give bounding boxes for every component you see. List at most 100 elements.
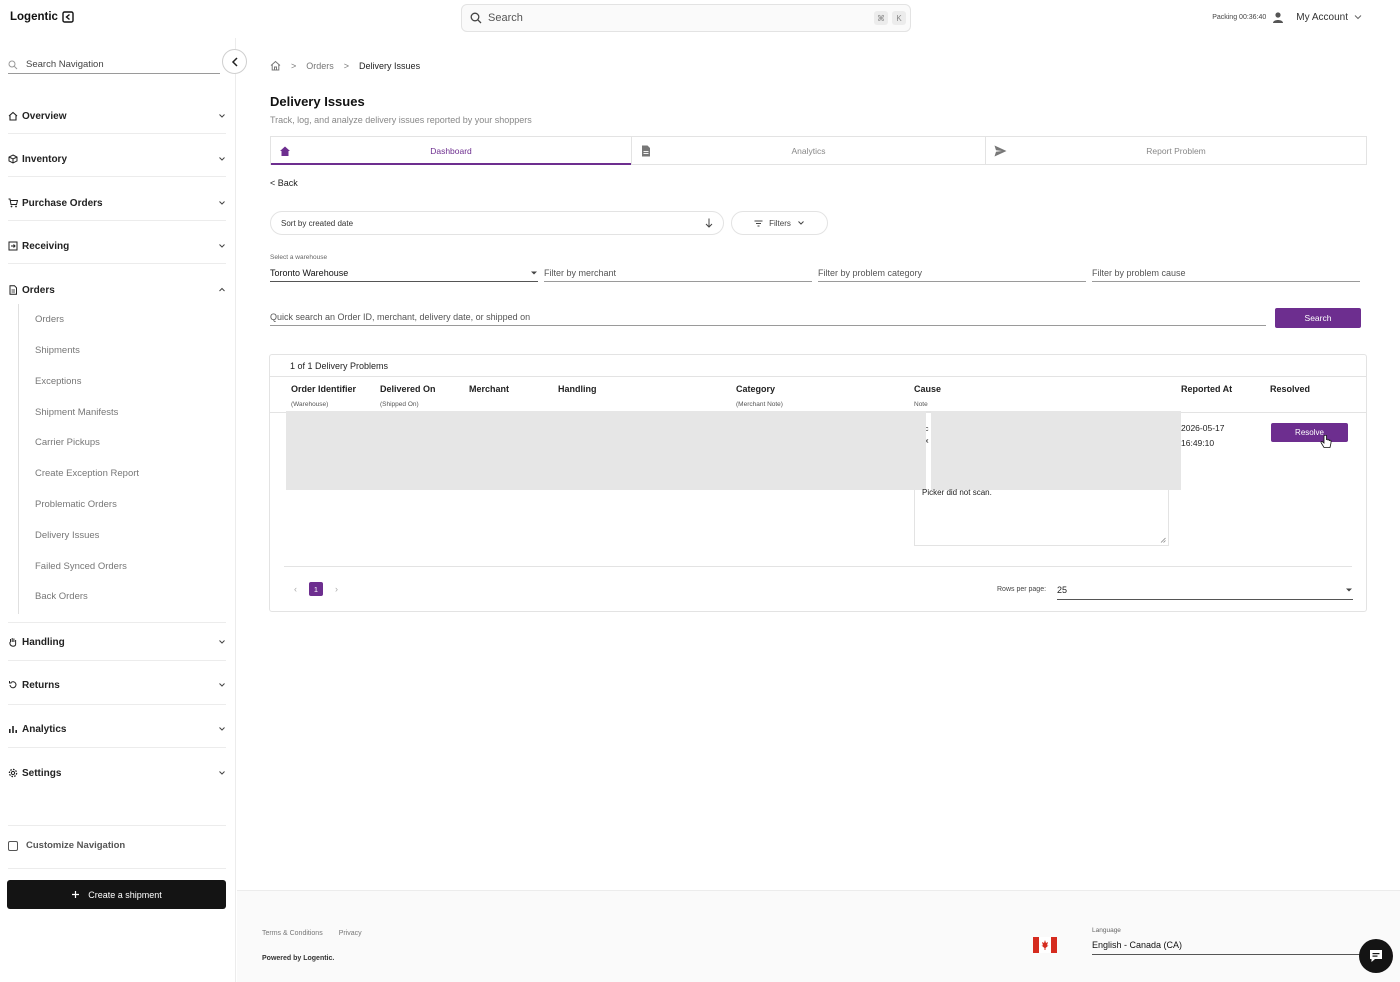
packing-status[interactable]: Packing 00:36:40	[1212, 14, 1266, 21]
subnav-shipment-manifests[interactable]: Shipment Manifests	[35, 407, 118, 418]
packing-timer: 00:36:40	[1239, 13, 1267, 21]
rows-per-page-select[interactable]: 25	[1057, 580, 1353, 600]
search-button[interactable]: Search	[1275, 308, 1361, 328]
reported-time: 16:49:10	[1181, 438, 1215, 448]
subnav-create-exception-report[interactable]: Create Exception Report	[35, 468, 139, 479]
nav-orders-label: Orders	[22, 284, 55, 296]
col-category: Category	[736, 384, 776, 394]
caret-down-icon	[1345, 587, 1353, 593]
arrow-down-icon[interactable]	[705, 218, 713, 228]
language-label: Language	[1092, 927, 1121, 934]
col-cause-sub: Note	[914, 401, 928, 408]
hand-icon	[8, 637, 18, 647]
nav-divider	[8, 176, 226, 177]
tab-report-problem[interactable]: Report Problem	[986, 137, 1366, 164]
chevron-down-icon	[218, 199, 226, 207]
collapse-sidebar-button[interactable]	[222, 49, 247, 74]
subnav-exceptions[interactable]: Exceptions	[35, 376, 81, 387]
nav-divider	[8, 220, 226, 221]
customize-checkbox[interactable]	[8, 840, 18, 851]
tab-analytics-label: Analytics	[791, 145, 826, 156]
search-icon	[8, 60, 18, 70]
col-handling: Handling	[558, 384, 597, 394]
subnav-carrier-pickups[interactable]: Carrier Pickups	[35, 437, 100, 448]
chevron-down-icon	[218, 112, 226, 120]
warehouse-select[interactable]: Toronto Warehouse	[270, 264, 538, 282]
sort-select[interactable]: Sort by created date	[270, 211, 724, 235]
page-number-button[interactable]: 1	[309, 582, 323, 596]
chat-support-button[interactable]	[1359, 939, 1393, 973]
brand-logo[interactable]: Logentic	[10, 11, 74, 23]
quick-search-input[interactable]: Quick search an Order ID, merchant, deli…	[270, 309, 1266, 326]
nav-analytics[interactable]: Analytics	[8, 719, 226, 739]
sort-label: Sort by created date	[281, 218, 354, 228]
terms-link[interactable]: Terms & Conditions	[262, 930, 323, 937]
back-link[interactable]: < Back	[270, 178, 298, 188]
nav-search-input[interactable]: Search Navigation	[8, 56, 220, 74]
pagination: ‹ 1 ›	[294, 582, 338, 596]
merchant-filter-input[interactable]: Filter by merchant	[544, 264, 812, 282]
create-shipment-button[interactable]: Create a shipment	[7, 880, 226, 909]
cause-filter-input[interactable]: Filter by problem cause	[1092, 264, 1360, 282]
resolve-button[interactable]: Resolve	[1271, 423, 1348, 442]
global-search-input[interactable]: Search ⌘ K	[461, 4, 911, 32]
results-count: 1 of 1 Delivery Problems	[290, 361, 389, 371]
subnav-orders[interactable]: Orders	[35, 314, 64, 325]
nav-inventory[interactable]: Inventory	[8, 149, 226, 169]
canada-flag-icon	[1033, 937, 1057, 953]
cause-note-text: Picker did not scan.	[922, 488, 992, 497]
filters-label: Filters	[769, 218, 791, 228]
warehouse-select-label: Select a warehouse	[270, 254, 328, 261]
nav-handling[interactable]: Handling	[8, 632, 226, 652]
breadcrumb-current: Delivery Issues	[359, 60, 421, 71]
breadcrumb: > Orders > Delivery Issues	[270, 60, 420, 71]
subnav-shipments[interactable]: Shipments	[35, 345, 80, 356]
filters-button[interactable]: Filters	[731, 211, 828, 235]
my-account-menu[interactable]: My Account	[1296, 12, 1348, 23]
nav-settings-label: Settings	[22, 767, 62, 779]
caret-down-icon	[530, 270, 538, 276]
subnav-delivery-issues[interactable]: Delivery Issues	[35, 530, 99, 541]
tab-dashboard-label: Dashboard	[430, 145, 472, 156]
chevron-left-icon	[231, 56, 239, 67]
col-order-identifier-sub: (Warehouse)	[291, 401, 329, 408]
tab-dashboard[interactable]: Dashboard	[271, 137, 632, 165]
language-select[interactable]: English - Canada (CA)	[1092, 936, 1365, 955]
chevron-down-icon	[218, 155, 226, 163]
send-icon	[994, 145, 1007, 157]
prev-page-icon[interactable]: ‹	[294, 584, 297, 594]
chevron-up-icon	[218, 286, 226, 294]
privacy-link[interactable]: Privacy	[339, 930, 362, 937]
page-title: Delivery Issues	[270, 94, 365, 109]
packing-label: Packing	[1212, 13, 1238, 21]
subnav-back-orders[interactable]: Back Orders	[35, 591, 88, 602]
subnav-failed-synced-orders[interactable]: Failed Synced Orders	[35, 561, 127, 572]
resize-handle-icon[interactable]	[1160, 537, 1166, 543]
footer: Terms & Conditions Privacy Powered by Lo…	[237, 890, 1400, 982]
customize-navigation-toggle[interactable]: Customize Navigation	[8, 840, 125, 851]
nav-divider	[8, 133, 226, 134]
subnav-problematic-orders[interactable]: Problematic Orders	[35, 499, 117, 510]
avatar-icon[interactable]	[1272, 11, 1284, 23]
gear-icon	[8, 768, 18, 778]
nav-returns[interactable]: Returns	[8, 675, 226, 695]
chevron-down-icon[interactable]	[1354, 13, 1362, 21]
nav-settings[interactable]: Settings	[8, 763, 226, 783]
next-page-icon[interactable]: ›	[335, 584, 338, 594]
home-icon[interactable]	[270, 60, 281, 71]
tab-analytics[interactable]: Analytics	[632, 137, 986, 164]
nav-orders[interactable]: Orders	[8, 280, 226, 300]
breadcrumb-orders-link[interactable]: Orders	[306, 61, 334, 71]
nav-purchase-orders[interactable]: Purchase Orders	[8, 193, 226, 213]
category-filter-input[interactable]: Filter by problem category	[818, 264, 1086, 282]
nav-divider	[8, 825, 226, 826]
reported-date: 2026-05-17	[1181, 423, 1225, 433]
back-label: Back	[277, 178, 298, 188]
return-icon	[8, 680, 18, 690]
top-bar: Logentic Search ⌘ K Packing 00:36:40 My …	[0, 0, 1400, 38]
logo-icon	[62, 11, 74, 23]
filter-icon	[754, 220, 763, 227]
col-delivered-on: Delivered On	[380, 384, 436, 394]
nav-overview[interactable]: Overview	[8, 106, 226, 126]
nav-receiving[interactable]: Receiving	[8, 236, 226, 256]
